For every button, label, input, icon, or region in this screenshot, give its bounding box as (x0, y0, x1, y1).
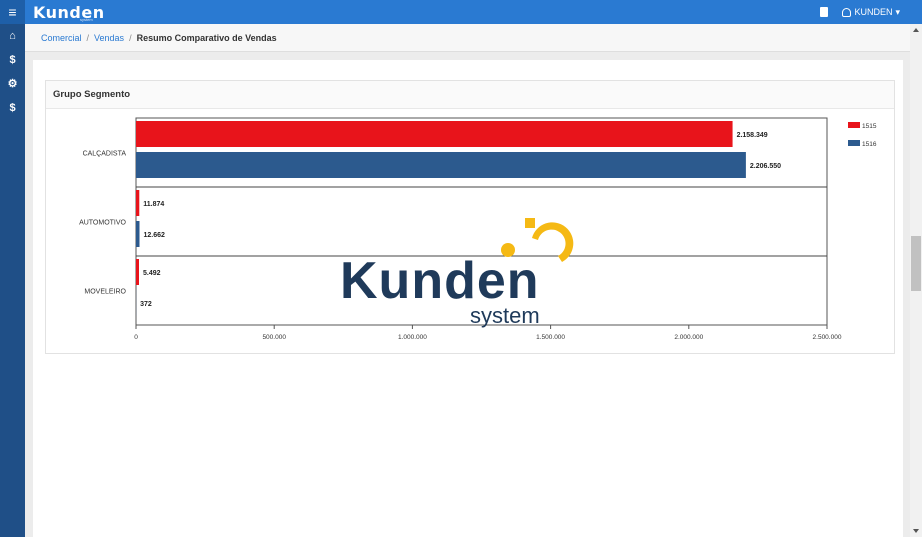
data-label: 12.662 (143, 232, 165, 239)
kunden-system-watermark: Kunden system (340, 218, 574, 328)
hamburger-menu-icon[interactable]: ≡ (0, 0, 25, 24)
logo-subtext: system (80, 17, 93, 22)
breadcrumb-vendas[interactable]: Vendas (94, 33, 124, 43)
bar (136, 190, 140, 216)
bar (136, 259, 139, 285)
user-icon (842, 7, 852, 17)
dollar-icon: $ (9, 54, 16, 66)
x-tick-label: 2.500.000 (813, 334, 842, 341)
data-label: 5.492 (143, 270, 161, 277)
scroll-thumb[interactable] (911, 236, 921, 291)
x-tick-label: 2.000.000 (674, 334, 703, 341)
bar (136, 152, 746, 178)
x-tick-label: 1.000.000 (398, 334, 427, 341)
page-scrollbar[interactable] (910, 24, 922, 537)
breadcrumb-comercial[interactable]: Comercial (41, 33, 82, 43)
user-menu[interactable]: KUNDEN ▾ (842, 7, 900, 18)
sidebar-item-finance[interactable]: $ (0, 48, 25, 72)
breadcrumb-current: Resumo Comparativo de Vendas (136, 33, 277, 43)
x-tick-label: 1.500.000 (536, 334, 565, 341)
sidebar-item-sales[interactable]: $ (0, 96, 25, 120)
caret-down-icon: ▾ (895, 6, 900, 17)
gears-icon: ⚙ (7, 78, 18, 90)
document-icon[interactable] (820, 7, 829, 17)
category-label: CALÇADISTA (83, 151, 127, 158)
dollar-icon: $ (9, 102, 16, 114)
user-label: KUNDEN (854, 7, 893, 17)
data-label: 372 (140, 301, 152, 308)
watermark-logo-square (525, 218, 535, 228)
legend-swatch (848, 122, 860, 128)
panel-title: Grupo Segmento (46, 81, 894, 109)
sidebar: ⌂ $ ⚙ $ (0, 24, 25, 537)
home-icon: ⌂ (9, 30, 16, 42)
category-label: AUTOMOTIVO (79, 220, 126, 227)
legend-label: 1515 (862, 123, 877, 130)
legend-swatch (848, 140, 860, 146)
data-label: 11.874 (143, 201, 164, 208)
scroll-up-icon[interactable] (913, 28, 919, 32)
data-label: 2.158.349 (737, 132, 768, 139)
watermark-tagline: system (470, 303, 540, 328)
watermark-brand: Kunden (340, 252, 540, 310)
logo-text: Kunden (33, 3, 105, 22)
x-tick-label: 500.000 (262, 334, 286, 341)
bar (136, 121, 733, 147)
category-label: MOVELEIRO (84, 289, 126, 296)
sidebar-item-home[interactable]: ⌂ (0, 24, 25, 48)
legend-label: 1516 (862, 141, 877, 148)
breadcrumb: Comercial / Vendas / Resumo Comparativo de V… (25, 24, 910, 52)
sidebar-item-settings[interactable]: ⚙ (0, 72, 25, 96)
data-label: 2.206.550 (750, 163, 781, 170)
bar (136, 221, 140, 247)
x-tick-label: 0 (134, 334, 138, 341)
top-bar: ≡ Kunden system KUNDEN ▾ (0, 0, 922, 24)
scroll-down-icon[interactable] (913, 529, 919, 533)
